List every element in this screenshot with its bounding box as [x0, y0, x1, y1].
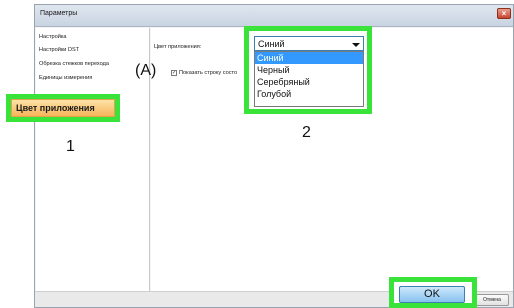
sidebar-item-app-color-label: Цвет приложения [16, 103, 95, 113]
status-bar-checkbox-label: Показать строку состо [179, 70, 238, 76]
sidebar-item-jump-stitch-trim[interactable]: Обрезка стежков перехода [39, 61, 109, 67]
highlight-frame-ok: OK [389, 277, 477, 308]
settings-sidebar: Настройка Настройки DST Обрезка стежков … [36, 28, 150, 292]
option-light-blue[interactable]: Голубой [255, 88, 363, 100]
option-silver[interactable]: Серебряный [255, 76, 363, 88]
window-title: Параметры [40, 10, 78, 17]
app-color-label: Цвет приложения: [154, 44, 202, 50]
annotation-1: 1 [66, 138, 75, 155]
cancel-button[interactable]: Отмена [475, 294, 509, 306]
app-color-select[interactable]: Синий [254, 36, 364, 51]
sidebar-item-units[interactable]: Единицы измерения [39, 75, 92, 81]
sidebar-item-dst-settings[interactable]: Настройки DST [39, 47, 79, 53]
sidebar-item-setup[interactable]: Настройка [39, 34, 67, 40]
option-black[interactable]: Черный [255, 64, 363, 76]
annotation-a: (A) [135, 62, 157, 79]
status-bar-checkbox[interactable]: ✓ [171, 70, 177, 76]
chevron-down-icon[interactable] [352, 43, 360, 47]
annotation-2: 2 [302, 124, 311, 141]
option-blue[interactable]: Синий [255, 52, 363, 64]
close-icon: × [501, 9, 507, 18]
app-color-select-value: Синий [258, 39, 285, 49]
checkmark-icon: ✓ [172, 70, 177, 76]
ok-button[interactable]: OK [399, 286, 465, 303]
sidebar-item-app-color[interactable]: Цвет приложения [11, 99, 115, 117]
app-color-options: Синий Черный Серебряный Голубой [254, 51, 364, 107]
title-bar: Параметры × [35, 5, 513, 27]
close-button[interactable]: × [497, 8, 511, 19]
highlight-frame-app-color: Цвет приложения [6, 94, 120, 122]
highlight-frame-dropdown: Синий Синий Черный Серебряный Голубой [244, 26, 372, 114]
